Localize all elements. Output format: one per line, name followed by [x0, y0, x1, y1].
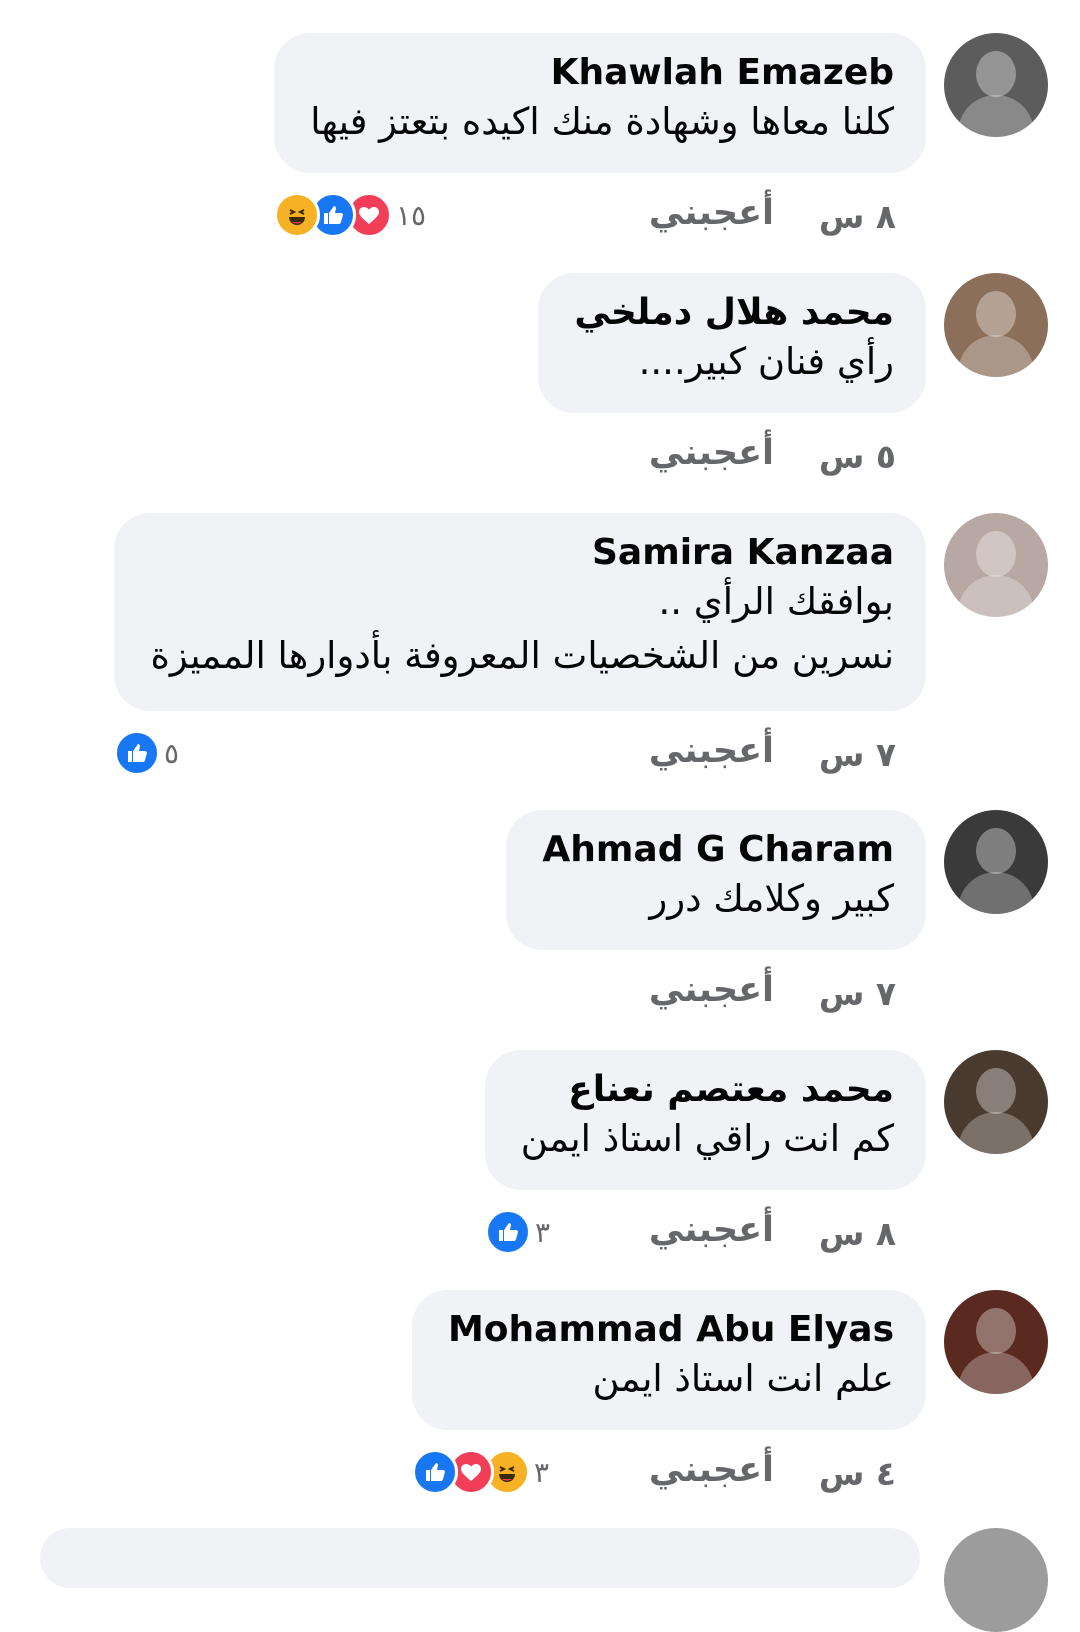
comment-author[interactable]: Ahmad G Charam: [542, 828, 894, 872]
reactions-summary[interactable]: ١٥: [274, 192, 438, 238]
comment-timestamp[interactable]: ٨ س: [819, 1214, 896, 1253]
comment-text: علم انت استاذ ايمن: [592, 1357, 894, 1400]
like-button[interactable]: أعجبني: [649, 970, 774, 1010]
comment: Samira Kanzaa بوافقك الرأي .. نسرين من الش…: [0, 513, 1080, 776]
comment-actions: ٨ س أعجبني: [0, 193, 926, 243]
comment-text: بوافقك الرأي ..: [658, 580, 894, 623]
comment-bubble[interactable]: Mohammad Abu Elyas علم انت استاذ ايمن: [411, 1290, 926, 1430]
reactions-summary[interactable]: ٣: [485, 1209, 562, 1255]
like-reaction-icon: [412, 1449, 458, 1495]
comment-actions: ٥ س أعجبني: [0, 433, 926, 483]
comment-text: رأي فنان كبير....: [638, 340, 894, 383]
reaction-count: ٣: [534, 1455, 550, 1489]
next-comment-bubble: [40, 1528, 920, 1588]
comment-text: كلنا معاها وشهادة منك اكيده بتعتز فيها: [310, 100, 894, 143]
comment: محمد هلال دملخي رأي فنان كبير.... ٥ س أعجبن…: [0, 273, 1080, 513]
comment: Ahmad G Charam كبير وكلامك درر ٧ س أعجبني: [0, 810, 1080, 1050]
comment-author[interactable]: محمد معتصم نعناع: [521, 1068, 894, 1112]
like-button[interactable]: أعجبني: [649, 193, 774, 233]
reaction-count: ١٥: [396, 198, 427, 232]
like-reaction-icon: [485, 1209, 531, 1255]
comment: Khawlah Emazeb كلنا معاها وشهادة منك اكيد…: [0, 33, 1080, 273]
comment-bubble[interactable]: محمد معتصم نعناع كم انت راقي استاذ ايمن: [484, 1050, 926, 1190]
reaction-count: ٣: [535, 1215, 551, 1249]
comment-timestamp[interactable]: ٨ س: [819, 197, 896, 236]
comment-author[interactable]: محمد هلال دملخي: [574, 291, 894, 335]
comment-timestamp[interactable]: ٥ س: [819, 437, 896, 476]
comment-bubble[interactable]: Samira Kanzaa بوافقك الرأي .. نسرين من الش…: [114, 513, 926, 711]
reaction-count: ٥: [164, 736, 180, 770]
like-reaction-icon: [114, 730, 160, 776]
avatar-icon[interactable]: [944, 810, 1048, 914]
comment-author[interactable]: Samira Kanzaa: [150, 531, 894, 575]
avatar-icon[interactable]: [944, 273, 1048, 377]
comment-timestamp[interactable]: ٧ س: [819, 735, 896, 774]
avatar-icon[interactable]: [944, 1290, 1048, 1394]
comment-text: نسرين من الشخصيات المعروفة بأدوارها المم…: [150, 634, 894, 677]
avatar-icon[interactable]: [944, 1050, 1048, 1154]
avatar-icon[interactable]: [944, 513, 1048, 617]
like-button[interactable]: أعجبني: [649, 1450, 774, 1490]
like-button[interactable]: أعجبني: [649, 731, 774, 771]
comment-author[interactable]: Mohammad Abu Elyas: [448, 1308, 894, 1352]
comment: محمد معتصم نعناع كم انت راقي استاذ ايمن ٨ …: [0, 1050, 1080, 1290]
next-comment-avatar[interactable]: [944, 1528, 1048, 1632]
comment: Mohammad Abu Elyas علم انت استاذ ايمن ٤ س أ…: [0, 1290, 1080, 1530]
comment-bubble[interactable]: محمد هلال دملخي رأي فنان كبير....: [538, 273, 926, 413]
like-button[interactable]: أعجبني: [649, 433, 774, 473]
avatar-icon[interactable]: [944, 33, 1048, 137]
comment-bubble[interactable]: Ahmad G Charam كبير وكلامك درر: [506, 810, 926, 950]
comment-bubble[interactable]: Khawlah Emazeb كلنا معاها وشهادة منك اكيد…: [274, 33, 926, 173]
comment-text: كبير وكلامك درر: [649, 877, 894, 920]
comment-actions: ٨ س أعجبني: [0, 1210, 926, 1260]
like-button[interactable]: أعجبني: [649, 1210, 774, 1250]
reactions-summary[interactable]: ٥: [114, 730, 191, 776]
comment-actions: ٧ س أعجبني: [0, 970, 926, 1020]
comment-text: كم انت راقي استاذ ايمن: [520, 1117, 894, 1160]
haha-reaction-icon: [274, 192, 320, 238]
comment-author[interactable]: Khawlah Emazeb: [310, 51, 894, 95]
comment-timestamp[interactable]: ٧ س: [819, 974, 896, 1013]
reactions-summary[interactable]: ٣: [412, 1449, 561, 1495]
comment-timestamp[interactable]: ٤ س: [819, 1454, 896, 1493]
